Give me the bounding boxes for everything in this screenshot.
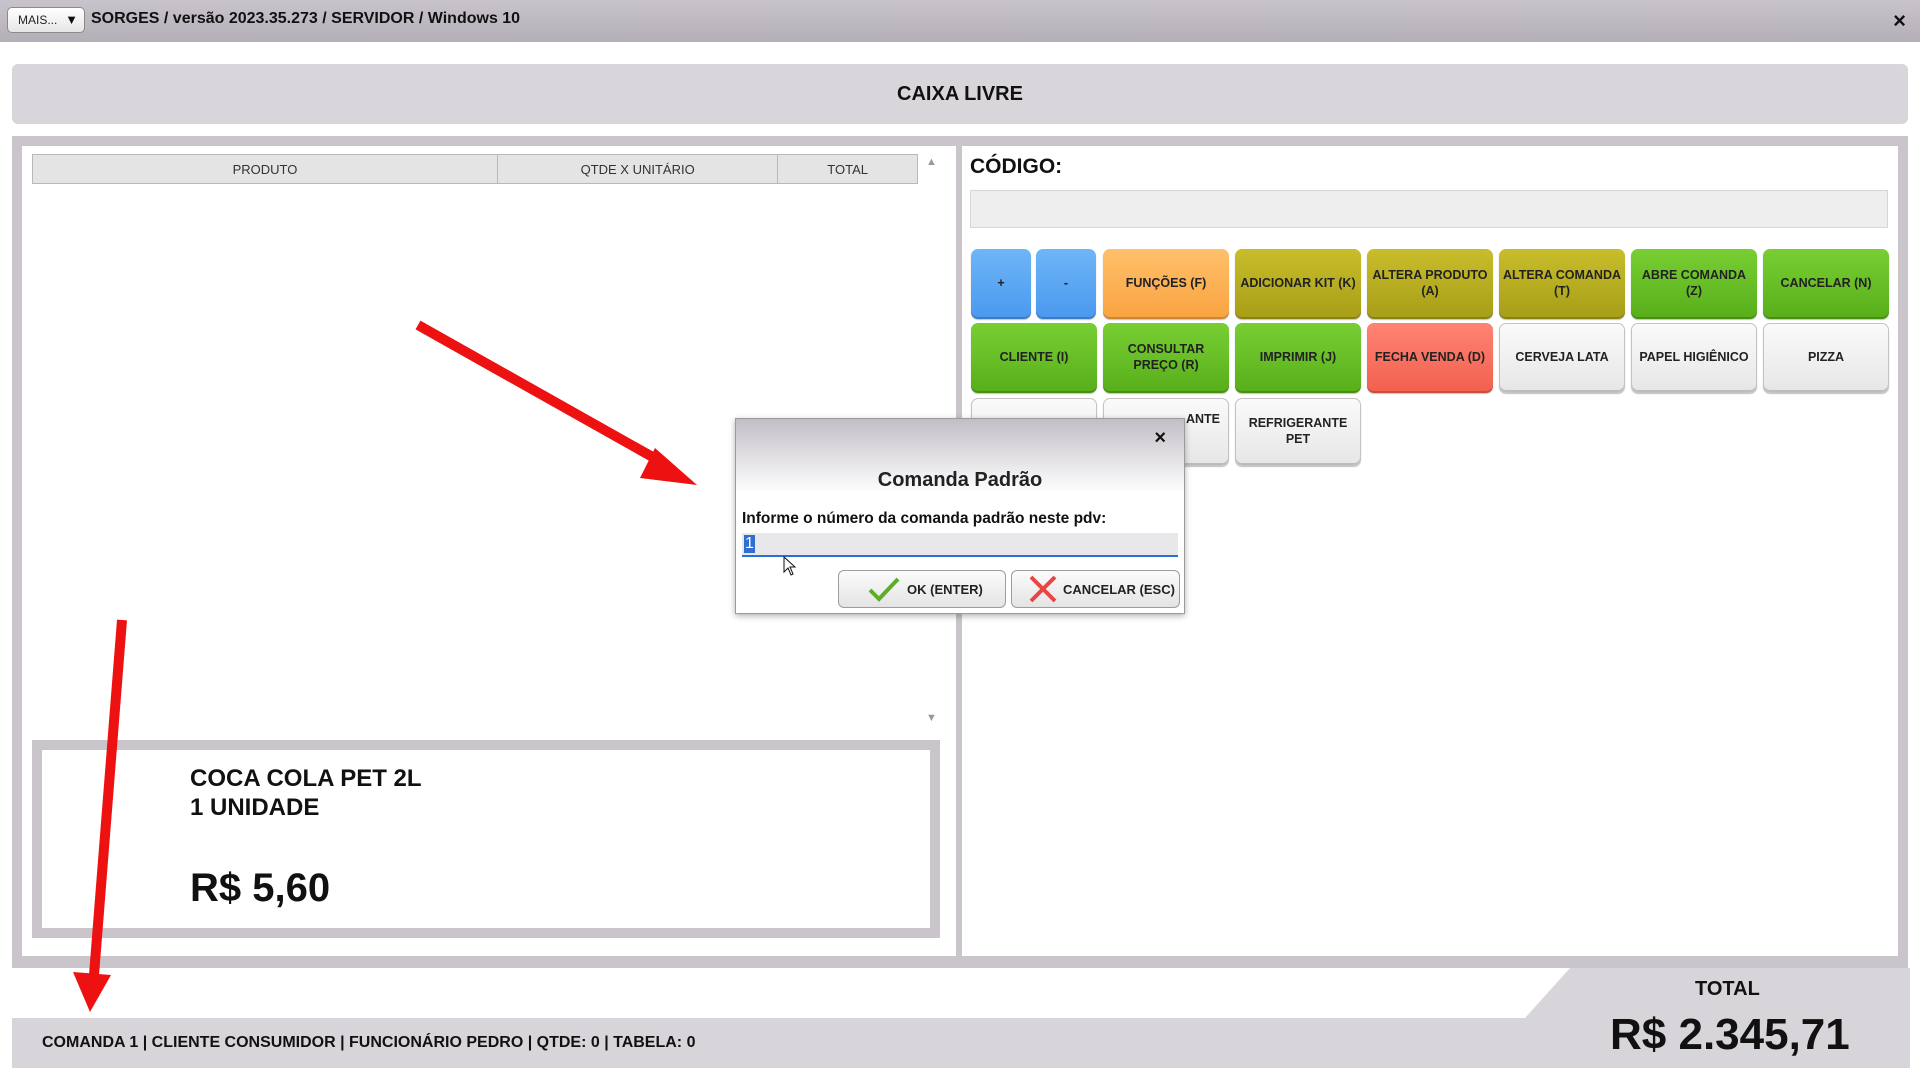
close-icon[interactable]: ×: [1893, 8, 1906, 34]
adicionar-kit-button[interactable]: ADICIONAR KIT (K): [1235, 249, 1361, 319]
comanda-padrao-dialog: × Comanda Padrão Informe o número da com…: [735, 418, 1185, 614]
plus-button[interactable]: +: [971, 249, 1031, 319]
title-bar: MAIS... ▼ SORGES / versão 2023.35.273 / …: [0, 0, 1920, 42]
checkmark-icon: [868, 577, 900, 602]
abre-comanda-button[interactable]: ABRE COMANDA (Z): [1631, 249, 1757, 319]
cerveja-lata-button[interactable]: CERVEJA LATA: [1499, 323, 1625, 393]
scroll-down-icon[interactable]: ▼: [926, 712, 937, 724]
window-title: SORGES / versão 2023.35.273 / SERVIDOR /…: [91, 10, 521, 27]
ok-label: OK (ENTER): [907, 581, 983, 597]
column-header-produto[interactable]: PRODUTO: [33, 155, 498, 183]
cancel-label: CANCELAR (ESC): [1063, 581, 1175, 597]
altera-comanda-button[interactable]: ALTERA COMANDA (T): [1499, 249, 1625, 319]
mais-menu-button[interactable]: MAIS... ▼: [7, 7, 85, 33]
codigo-input[interactable]: [970, 190, 1888, 228]
status-banner: CAIXA LIVRE: [12, 64, 1908, 124]
cancel-button[interactable]: CANCELAR (ESC): [1011, 570, 1180, 608]
column-header-qtde-unitario[interactable]: QTDE X UNITÁRIO: [498, 155, 779, 183]
close-icon[interactable]: ×: [1154, 427, 1166, 450]
papel-higienico-button[interactable]: PAPEL HIGIÊNICO: [1631, 323, 1757, 393]
ok-button[interactable]: OK (ENTER): [838, 570, 1006, 608]
total-label: TOTAL: [1695, 978, 1760, 1000]
altera-produto-button[interactable]: ALTERA PRODUTO (A): [1367, 249, 1493, 319]
cancelar-button[interactable]: CANCELAR (N): [1763, 249, 1889, 319]
product-info-box: [42, 750, 930, 928]
product-price: R$ 5,60: [190, 866, 331, 910]
x-mark-icon: [1029, 575, 1057, 603]
pizza-button[interactable]: PIZZA: [1763, 323, 1889, 393]
consultar-preco-button[interactable]: CONSULTAR PREÇO (R): [1103, 323, 1229, 393]
product-name: COCA COLA PET 2L: [190, 765, 422, 792]
comanda-number-input[interactable]: 1: [742, 533, 1178, 557]
fecha-venda-button[interactable]: FECHA VENDA (D): [1367, 323, 1493, 393]
mais-menu-label: MAIS...: [18, 13, 58, 27]
funcoes-button[interactable]: FUNÇÕES (F): [1103, 249, 1229, 319]
column-header-total[interactable]: TOTAL: [778, 155, 917, 183]
total-value: R$ 2.345,71: [1610, 1010, 1850, 1059]
dialog-prompt: Informe o número da comanda padrão neste…: [742, 510, 1107, 527]
dropdown-arrow-icon: ▼: [65, 12, 78, 27]
status-text: COMANDA 1 | CLIENTE CONSUMIDOR | FUNCION…: [42, 1034, 696, 1051]
dialog-title: Comanda Padrão: [877, 469, 1043, 491]
codigo-label: CÓDIGO:: [970, 155, 1063, 178]
items-table-header: PRODUTO QTDE X UNITÁRIO TOTAL: [32, 154, 918, 184]
imprimir-button[interactable]: IMPRIMIR (J): [1235, 323, 1361, 393]
scroll-up-icon[interactable]: ▲: [926, 156, 937, 168]
refrigerante-pet-button[interactable]: REFRIGERANTE PET: [1235, 398, 1361, 466]
input-selected-text: 1: [744, 535, 755, 553]
minus-button[interactable]: -: [1036, 249, 1096, 319]
mouse-cursor-icon: [783, 556, 797, 576]
cliente-button[interactable]: CLIENTE (I): [971, 323, 1097, 393]
product-quantity: 1 UNIDADE: [190, 794, 320, 821]
